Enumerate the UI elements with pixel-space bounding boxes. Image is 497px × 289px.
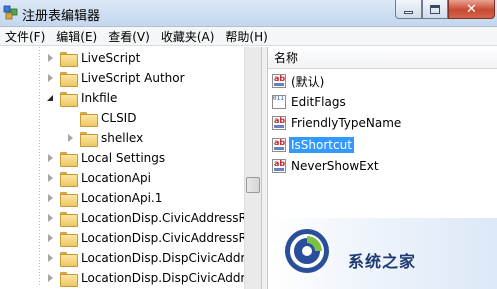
expand-arrow-icon[interactable] [46,153,55,163]
string-value-icon: ab [272,74,286,88]
expand-arrow-icon[interactable] [46,253,55,263]
tree-item-label: LocationApi [81,171,151,185]
tree-item-label: LiveScript Author [81,71,185,85]
menu-edit[interactable]: 编辑(E) [51,28,103,45]
tree-item[interactable]: shellex [66,128,143,148]
tree-item-label: LocationDisp.DispCivicAddre [81,271,253,285]
string-value-icon: ab [272,116,286,130]
menu-bar: 文件(F) 编辑(E) 查看(V) 收藏夹(A) 帮助(H) [0,27,497,46]
value-row[interactable]: ab (默认) [272,71,326,91]
tree-item[interactable]: Local Settings [46,148,165,168]
expand-arrow-icon[interactable] [46,273,55,283]
menu-favorites[interactable]: 收藏夹(A) [156,28,221,45]
expand-arrow-icon[interactable] [46,233,55,243]
folder-icon [60,51,78,67]
value-row[interactable]: 011 110 EditFlags [272,92,348,112]
tree-item-label: LocationDisp.CivicAddressRe [81,231,254,245]
window-title: 注册表编辑器 [22,9,101,24]
maximize-icon [430,4,440,14]
expand-arrow-icon[interactable] [46,173,55,183]
expand-arrow-icon[interactable] [46,193,55,203]
value-name: NeverShowExt [291,159,379,173]
key-tree-pane[interactable]: LiveScript LiveScript Author Inkfile CLS… [0,47,262,289]
tree-item-label: Local Settings [81,151,166,165]
menu-file[interactable]: 文件(F) [0,28,51,45]
folder-icon [60,231,78,247]
menu-help[interactable]: 帮助(H) [220,28,273,45]
folder-icon [80,111,98,127]
menu-view[interactable]: 查看(V) [103,28,156,45]
title-bar: 注册表编辑器 ✕ [0,0,497,27]
tree-item-label: LocationDisp.DispCivicAddre [81,251,253,265]
value-name: (默认) [291,74,325,89]
expand-arrow-icon[interactable] [46,213,55,223]
folder-icon [60,271,78,287]
value-name: IsShortcut [289,137,354,153]
value-name: EditFlags [291,95,346,109]
folder-icon [60,251,78,267]
value-row[interactable]: ab FriendlyTypeName [272,113,403,133]
folder-icon [60,151,78,167]
tree-scrollbar[interactable] [244,47,261,289]
maximize-button[interactable] [422,0,448,19]
tree-item[interactable]: LocationApi.1 [46,188,162,208]
folder-icon [60,71,78,87]
scrollbar-thumb[interactable] [246,177,260,193]
watermark: 系统之家 [268,218,497,289]
expand-arrow-icon[interactable] [46,73,55,83]
tree-item[interactable]: LocationApi [46,168,151,188]
folder-icon [60,91,78,107]
binary-value-icon: 011 110 [272,95,286,109]
string-value-icon: ab [272,138,286,152]
watermark-logo-icon [285,229,329,273]
folder-icon [60,191,78,207]
folder-icon [60,211,78,227]
minimize-icon [404,10,413,14]
tree-item-label: LiveScript [81,51,141,65]
value-row-selected[interactable]: ab IsShortcut [272,135,354,155]
value-name: FriendlyTypeName [291,116,402,130]
registry-editor-icon [3,5,18,20]
column-header-name[interactable]: 名称 [268,47,497,69]
value-row[interactable]: ab NeverShowExt [272,156,381,176]
tree-item-label: CLSID [101,111,137,125]
expand-arrow-icon[interactable] [46,53,55,63]
tree-item[interactable]: Inkfile [46,88,117,108]
expand-arrow-icon[interactable] [66,133,75,143]
tree-item-label: shellex [101,131,144,145]
tree-item[interactable]: LocationDisp.DispCivicAddre [46,268,253,288]
close-button[interactable]: ✕ [448,0,495,19]
pane-splitter[interactable] [261,47,268,289]
tree-item[interactable]: LocationDisp.DispCivicAddre [46,248,253,268]
tree-item-label: Inkfile [81,91,118,105]
collapse-arrow-icon[interactable] [46,94,55,103]
tree-guide-line [39,47,40,287]
tree-item[interactable]: CLSID [80,108,136,128]
tree-item[interactable]: LiveScript [46,48,140,68]
tree-item[interactable]: LocationDisp.CivicAddressRe [46,208,254,228]
tree-item[interactable]: LocationDisp.CivicAddressRe [46,228,254,248]
folder-icon [60,171,78,187]
close-icon: ✕ [466,1,477,17]
string-value-icon: ab [272,159,286,173]
tree-item[interactable]: LiveScript Author [46,68,185,88]
tree-item-label: LocationApi.1 [81,191,163,205]
tree-item-label: LocationDisp.CivicAddressRe [81,211,254,225]
folder-icon [80,131,98,147]
watermark-text: 系统之家 [348,252,417,271]
minimize-button[interactable] [395,0,422,19]
column-header-label: 名称 [274,51,299,65]
